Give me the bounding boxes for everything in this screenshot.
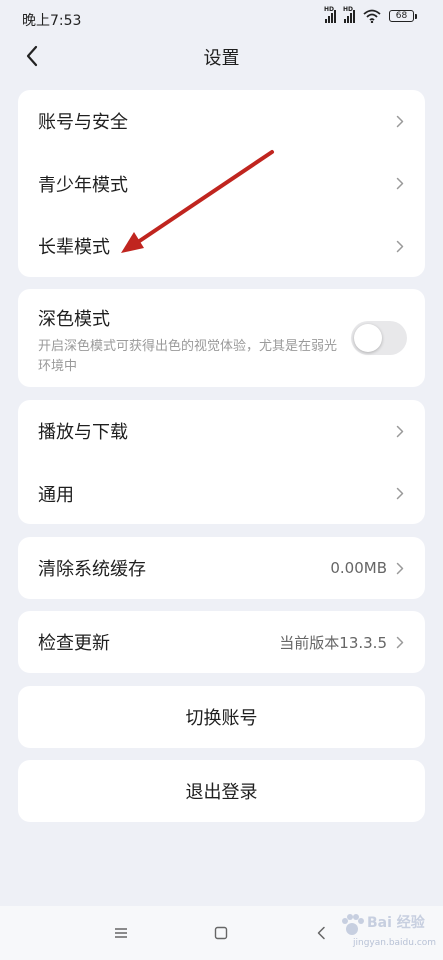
row-playback-download[interactable]: 播放与下载 [18, 400, 425, 463]
row-label: 长辈模式 [38, 237, 110, 259]
row-label: 播放与下载 [38, 422, 128, 444]
status-time: 晚上7:53 [22, 13, 82, 29]
row-label: 账号与安全 [38, 112, 128, 134]
account-section-card: 账号与安全 青少年模式 长辈模式 [18, 90, 425, 277]
chevron-right-icon [395, 635, 405, 649]
row-clear-cache[interactable]: 清除系统缓存 0.00MB [18, 537, 425, 599]
header: 设置 [0, 36, 443, 76]
dark-mode-title: 深色模式 [38, 309, 110, 330]
dark-mode-toggle[interactable] [351, 321, 407, 355]
toggle-knob [354, 324, 382, 352]
chevron-right-icon [395, 561, 405, 575]
watermark: Bai 经验 jingyan.baidu.com [335, 908, 437, 956]
version-value: 当前版本13.3.5 [279, 633, 387, 652]
signal-icon: HD [343, 6, 355, 23]
status-icons: HD HD 68 [324, 6, 417, 23]
back-icon [317, 926, 325, 940]
nav-back-button[interactable] [310, 922, 332, 944]
chevron-right-icon [395, 114, 405, 128]
row-elder-mode[interactable]: 长辈模式 [18, 215, 425, 278]
dark-mode-card: 深色模式 开启深色模式可获得出色的视觉体验，尤其是在弱光环境中 [18, 289, 425, 387]
dark-mode-description: 开启深色模式可获得出色的视觉体验，尤其是在弱光环境中 [38, 339, 338, 374]
row-label: 清除系统缓存 [38, 559, 146, 580]
watermark-text: Bai 经验 [367, 915, 425, 931]
home-button[interactable] [210, 922, 232, 944]
row-account-security[interactable]: 账号与安全 [18, 90, 425, 153]
signal-icon: HD [324, 6, 336, 23]
chevron-right-icon [395, 487, 405, 501]
row-label: 通用 [38, 484, 74, 506]
battery-level: 68 [389, 10, 414, 22]
row-label: 检查更新 [38, 633, 110, 654]
square-home-icon [214, 926, 228, 940]
logout-card: 退出登录 [18, 760, 425, 822]
cache-size-value: 0.00MB [330, 559, 387, 577]
row-label: 青少年模式 [38, 174, 128, 196]
wifi-icon [363, 9, 381, 23]
signal-hd-label: HD [343, 6, 354, 13]
page-title: 设置 [203, 48, 240, 69]
switch-account-button[interactable]: 切换账号 [18, 686, 425, 748]
logout-button[interactable]: 退出登录 [18, 760, 425, 822]
signal-hd-label: HD [324, 6, 335, 13]
watermark-url: jingyan.baidu.com [353, 938, 437, 948]
menu-icon [115, 928, 127, 938]
general-section-card: 播放与下载 通用 [18, 400, 425, 524]
status-bar: 晚上7:53 HD HD 68 [0, 0, 443, 36]
chevron-right-icon [395, 177, 405, 191]
switch-account-card: 切换账号 [18, 686, 425, 748]
menu-button[interactable] [110, 922, 132, 944]
row-teen-mode[interactable]: 青少年模式 [18, 153, 425, 216]
chevron-right-icon [395, 424, 405, 438]
row-check-update[interactable]: 检查更新 当前版本13.3.5 [18, 611, 425, 673]
update-card: 检查更新 当前版本13.3.5 [18, 611, 425, 673]
chevron-right-icon [395, 239, 405, 253]
battery-icon: 68 [389, 10, 417, 22]
cache-card: 清除系统缓存 0.00MB [18, 537, 425, 599]
paw-logo-icon [342, 914, 364, 935]
row-general[interactable]: 通用 [18, 463, 425, 526]
